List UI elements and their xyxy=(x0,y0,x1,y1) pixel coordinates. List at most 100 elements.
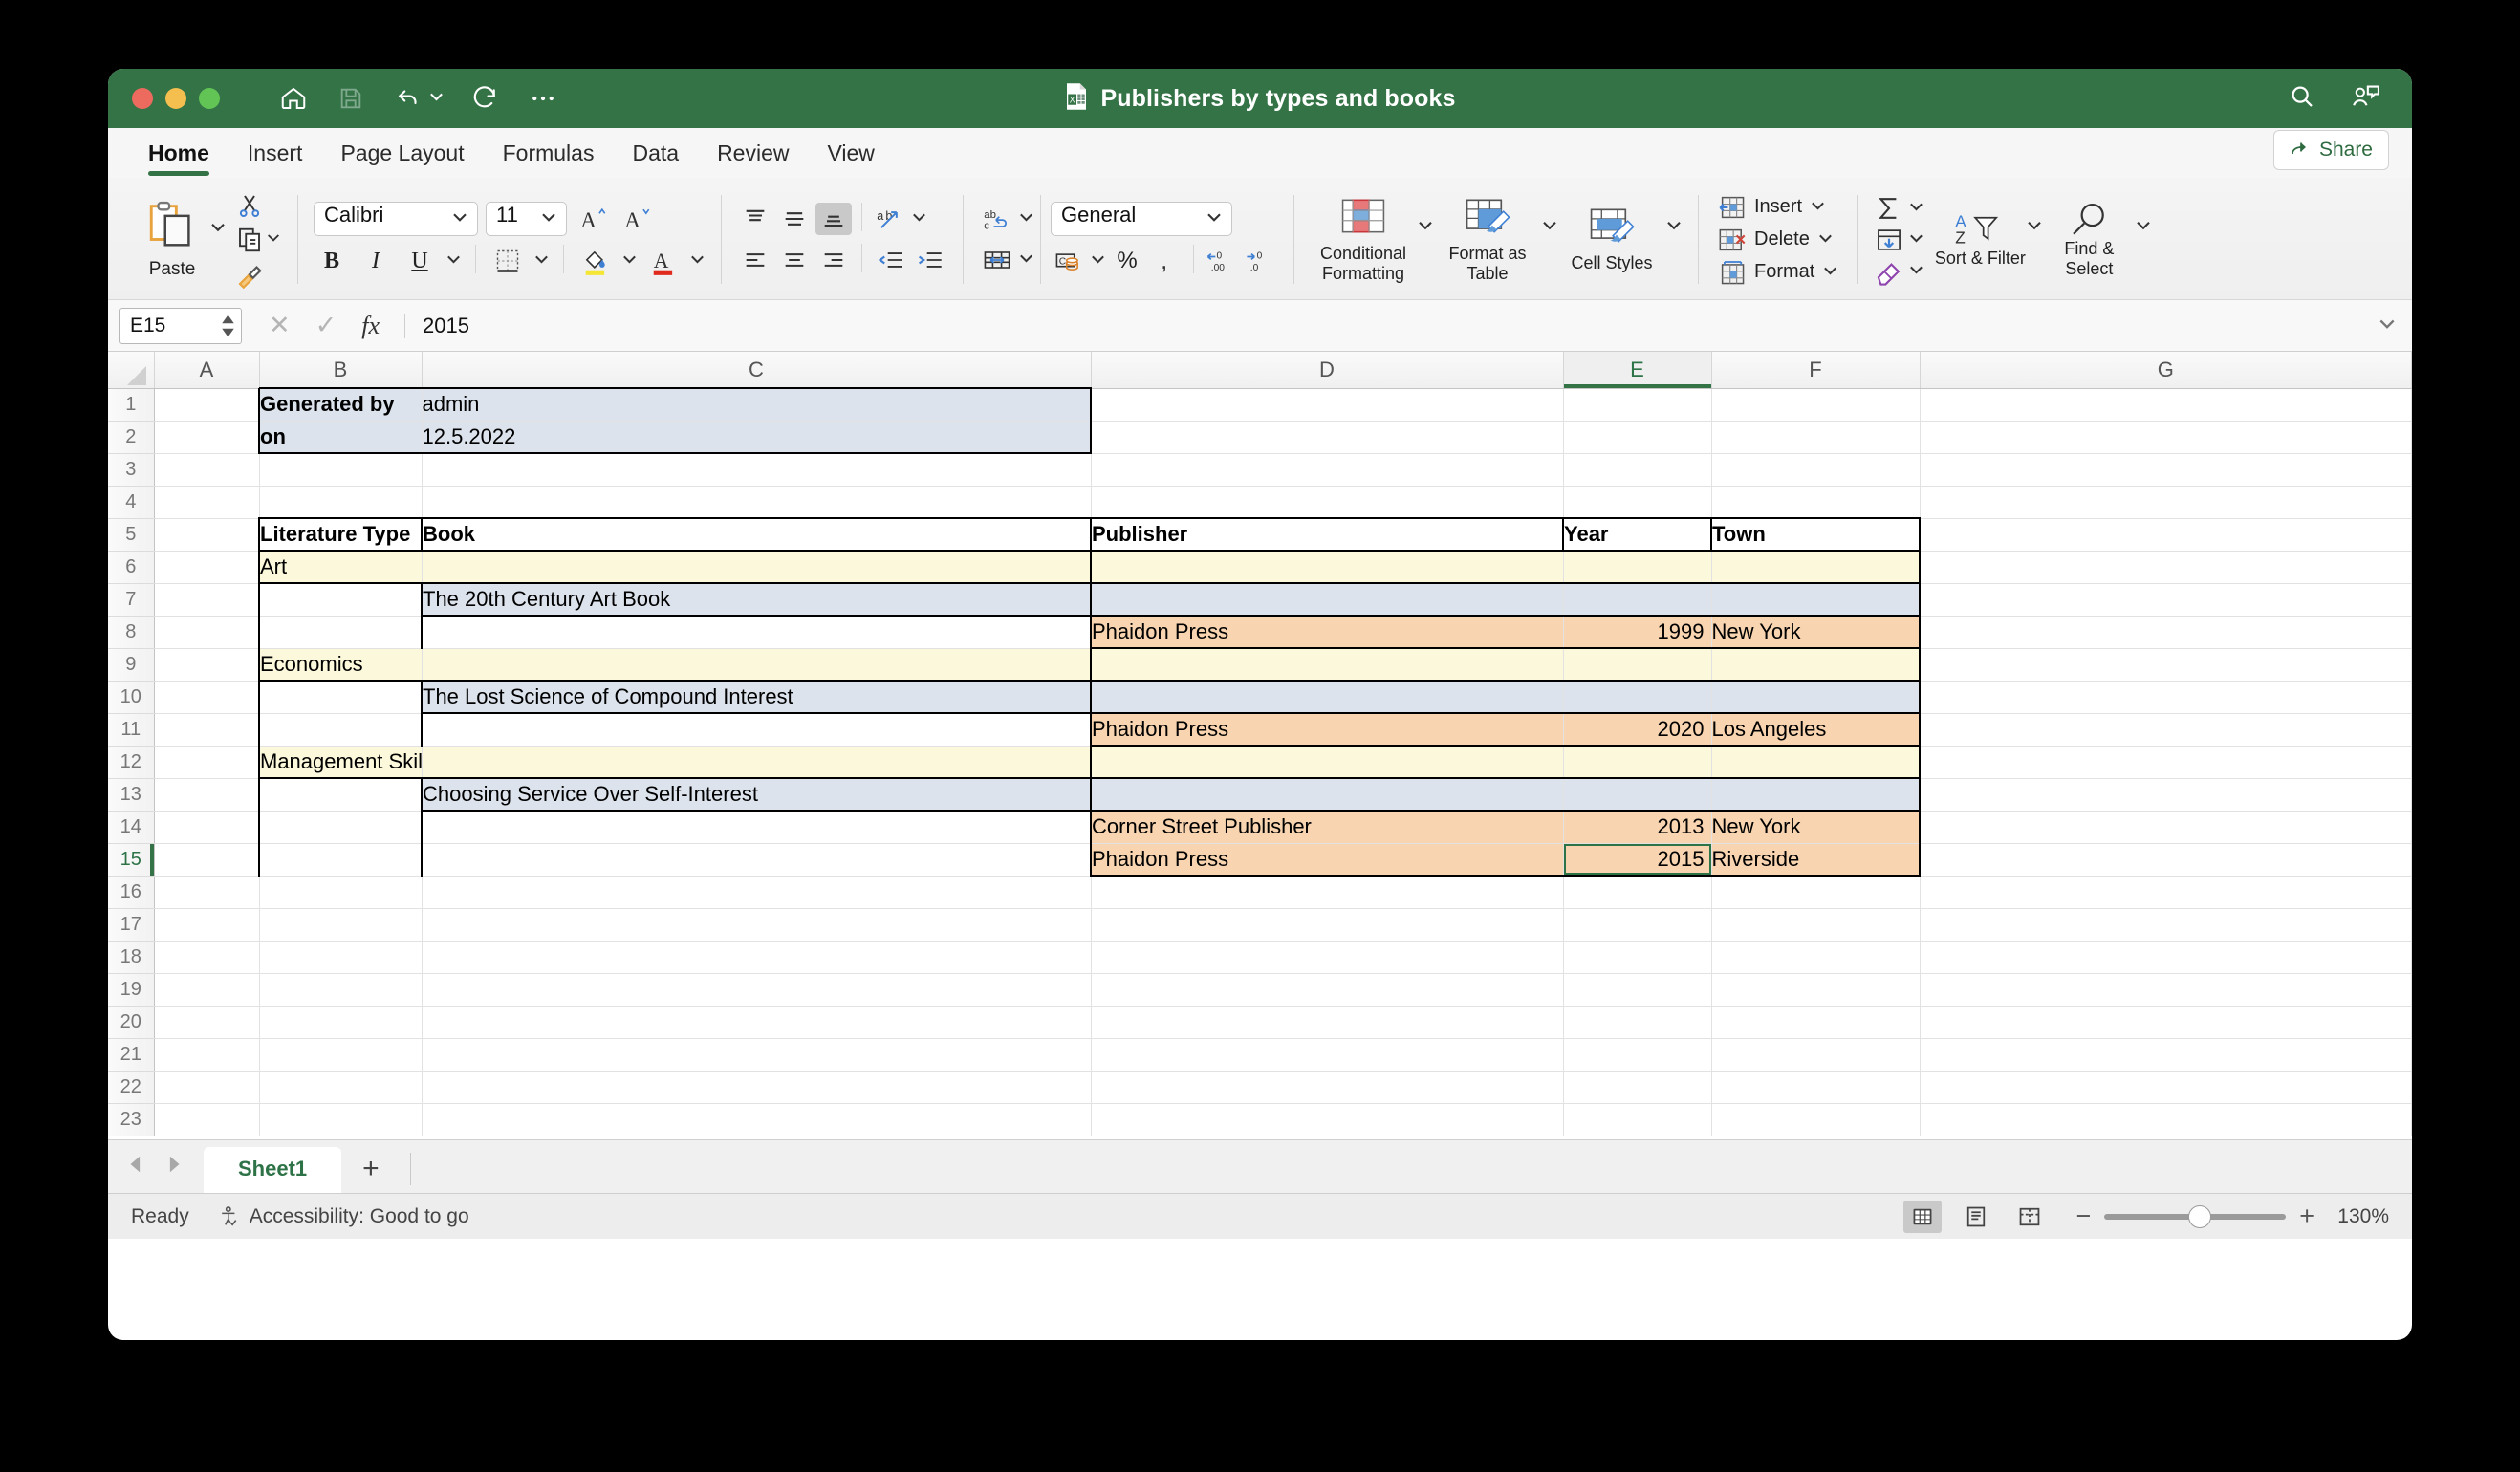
cell-B15[interactable] xyxy=(258,843,423,877)
tab-formulas[interactable]: Formulas xyxy=(484,141,614,178)
find-select-caret[interactable] xyxy=(2135,216,2152,238)
column-header-B[interactable]: B xyxy=(259,352,423,389)
bold-button[interactable]: B xyxy=(314,245,350,277)
cell-C20[interactable] xyxy=(422,1006,1092,1039)
cell-G16[interactable] xyxy=(1920,876,2412,909)
cell-A5[interactable] xyxy=(154,518,260,552)
increase-indent-icon[interactable] xyxy=(911,244,947,276)
conditional-formatting-button[interactable]: Conditional Formatting xyxy=(1310,196,1417,283)
row-header-14[interactable]: 14 xyxy=(108,811,155,844)
align-middle-icon[interactable] xyxy=(776,203,813,235)
italic-button[interactable]: I xyxy=(358,245,394,277)
copy-dropdown-caret[interactable] xyxy=(266,229,281,249)
fill-down-button[interactable] xyxy=(1874,226,1924,254)
orientation-dropdown-caret[interactable] xyxy=(911,208,927,229)
cell-E12[interactable] xyxy=(1563,746,1712,779)
cell-B18[interactable] xyxy=(259,941,423,974)
merge-cells-dropdown-caret[interactable] xyxy=(1018,249,1034,271)
spreadsheet-grid[interactable]: A B C D E F G 1 Generated by admin 2 on … xyxy=(108,352,2412,1139)
align-bottom-icon[interactable] xyxy=(815,203,852,235)
cell-G12[interactable] xyxy=(1920,746,2412,779)
row-header-17[interactable]: 17 xyxy=(108,908,155,942)
cell-C17[interactable] xyxy=(422,908,1092,942)
cell-E2[interactable] xyxy=(1563,421,1712,454)
cell-B7[interactable] xyxy=(258,583,423,617)
cell-A9[interactable] xyxy=(154,648,260,682)
cell-A23[interactable] xyxy=(154,1103,260,1136)
cell-E1[interactable] xyxy=(1563,388,1712,422)
sheet-tab-sheet1[interactable]: Sheet1 xyxy=(204,1147,342,1193)
increase-decimal-icon[interactable]: 0.00 xyxy=(1203,245,1239,277)
cell-B17[interactable] xyxy=(259,908,423,942)
page-layout-view-icon[interactable] xyxy=(1957,1201,1995,1233)
row-header-19[interactable]: 19 xyxy=(108,973,155,1007)
cell-G9[interactable] xyxy=(1920,648,2412,682)
cell-G22[interactable] xyxy=(1920,1071,2412,1104)
tab-home[interactable]: Home xyxy=(129,141,228,178)
select-all-corner[interactable] xyxy=(108,352,155,389)
more-options-icon[interactable] xyxy=(527,82,559,115)
borders-dropdown-caret[interactable] xyxy=(533,250,550,271)
cell-D7[interactable] xyxy=(1090,583,1564,617)
cell-B6[interactable]: Art xyxy=(258,551,423,584)
undo-dropdown-caret[interactable] xyxy=(428,88,445,109)
page-break-view-icon[interactable] xyxy=(2010,1201,2049,1233)
cell-C11[interactable] xyxy=(421,713,1092,747)
cell-C23[interactable] xyxy=(422,1103,1092,1136)
cell-E4[interactable] xyxy=(1563,486,1712,519)
comma-style-icon[interactable]: , xyxy=(1148,245,1184,277)
cell-E14[interactable]: 2013 xyxy=(1563,811,1712,844)
tab-view[interactable]: View xyxy=(808,141,893,178)
cell-A13[interactable] xyxy=(154,778,260,812)
cell-C13[interactable]: Choosing Service Over Self-Interest xyxy=(421,778,1092,812)
decrease-decimal-icon[interactable]: 0.0 xyxy=(1242,245,1278,277)
cell-G13[interactable] xyxy=(1920,778,2412,812)
row-header-11[interactable]: 11 xyxy=(108,713,155,747)
cell-styles-button[interactable]: Cell Styles xyxy=(1558,206,1665,273)
cell-B4[interactable] xyxy=(259,486,423,519)
cell-D16[interactable] xyxy=(1091,876,1564,909)
wrap-text-dropdown-caret[interactable] xyxy=(1018,208,1034,229)
column-header-D[interactable]: D xyxy=(1091,352,1564,389)
column-header-E[interactable]: E xyxy=(1563,352,1712,389)
cell-E8[interactable]: 1999 xyxy=(1563,616,1712,649)
cell-F6[interactable] xyxy=(1711,551,1921,584)
align-top-icon[interactable] xyxy=(737,203,773,235)
cell-F11[interactable]: Los Angeles xyxy=(1711,713,1921,747)
cell-C10[interactable]: The Lost Science of Compound Interest xyxy=(421,681,1092,714)
cell-G18[interactable] xyxy=(1920,941,2412,974)
add-sheet-button[interactable]: + xyxy=(341,1151,401,1193)
cell-B21[interactable] xyxy=(259,1038,423,1072)
font-size-select[interactable]: 11 xyxy=(486,202,567,236)
cell-E21[interactable] xyxy=(1563,1038,1712,1072)
cell-E10[interactable] xyxy=(1563,681,1712,714)
format-painter-button[interactable] xyxy=(234,259,282,290)
accounting-format-icon[interactable]: C xyxy=(1051,245,1087,277)
cell-E15[interactable]: 2015 xyxy=(1563,843,1712,877)
cell-G11[interactable] xyxy=(1920,713,2412,747)
expand-formula-bar-icon[interactable] xyxy=(2378,314,2397,337)
fill-color-dropdown-caret[interactable] xyxy=(621,250,638,271)
fill-down-caret[interactable] xyxy=(1908,229,1924,250)
home-icon[interactable] xyxy=(277,82,310,115)
cell-E7[interactable] xyxy=(1563,583,1712,617)
decrease-font-size-icon[interactable]: A xyxy=(619,203,655,235)
cell-E17[interactable] xyxy=(1563,908,1712,942)
cell-F1[interactable] xyxy=(1711,388,1921,422)
row-header-23[interactable]: 23 xyxy=(108,1103,155,1136)
align-center-icon[interactable] xyxy=(776,244,813,276)
cell-A1[interactable] xyxy=(154,388,260,422)
autosum-caret[interactable] xyxy=(1908,198,1924,219)
cell-G10[interactable] xyxy=(1920,681,2412,714)
cell-C8[interactable] xyxy=(421,616,1092,649)
fill-color-icon[interactable] xyxy=(577,245,614,277)
cell-F2[interactable] xyxy=(1711,421,1921,454)
cell-D3[interactable] xyxy=(1091,453,1564,487)
cell-B12[interactable]: Management Skills xyxy=(258,746,423,779)
normal-view-icon[interactable] xyxy=(1903,1200,1943,1233)
cell-A10[interactable] xyxy=(154,681,260,714)
cell-B1[interactable]: Generated by xyxy=(258,387,423,422)
tab-insert[interactable]: Insert xyxy=(228,141,322,178)
sort-filter-caret[interactable] xyxy=(2026,216,2043,238)
name-box[interactable]: E15 xyxy=(119,307,242,344)
